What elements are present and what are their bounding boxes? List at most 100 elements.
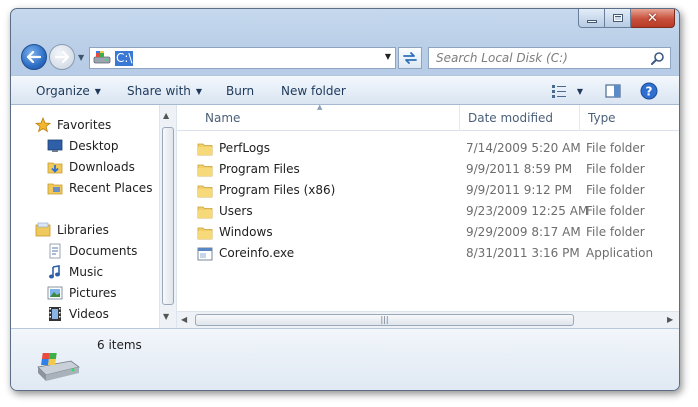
change-view-button[interactable]: ▼ xyxy=(547,81,587,101)
scrollbar-thumb[interactable] xyxy=(162,127,174,305)
file-name-cell: PerfLogs xyxy=(197,138,270,159)
sidebar-item-label: Pictures xyxy=(69,286,117,300)
file-name: PerfLogs xyxy=(219,141,271,155)
type-cell: Application xyxy=(586,246,654,260)
new-folder-button[interactable]: New folder xyxy=(281,84,346,98)
share-with-menu[interactable]: Share with ▼ xyxy=(127,84,202,98)
folder-icon xyxy=(197,164,213,176)
help-icon: ? xyxy=(640,82,658,100)
column-header-name[interactable]: Name xyxy=(197,105,459,131)
burn-label: Burn xyxy=(226,84,255,98)
date-modified-cell: 9/9/2011 9:12 PM xyxy=(466,183,573,197)
new-folder-label: New folder xyxy=(281,84,346,98)
scroll-up-icon[interactable]: ▲ xyxy=(163,111,169,120)
libraries-icon xyxy=(35,222,51,238)
file-list-horizontal-scrollbar[interactable]: ◀ ||| ▶ xyxy=(177,311,679,328)
caption-buttons: ✕ xyxy=(578,9,675,29)
folder-icon xyxy=(197,227,213,239)
recent-places-icon xyxy=(47,180,63,196)
chevron-down-icon: ▼ xyxy=(576,86,584,96)
type-cell: File folder xyxy=(586,225,645,239)
refresh-button[interactable] xyxy=(398,47,422,69)
navigation-pane: Favorites Desktop Downloads Recent Place… xyxy=(11,105,176,328)
sidebar-item-label: Videos xyxy=(69,307,109,321)
scroll-left-icon[interactable]: ◀ xyxy=(181,315,187,324)
column-header-type[interactable]: Type xyxy=(579,105,679,131)
sidebar-item-label: Desktop xyxy=(69,139,119,153)
file-list: ▲ Name Date modified Type PerfLogs 7/14/… xyxy=(177,103,679,328)
drive-icon xyxy=(93,51,111,64)
address-bar[interactable]: C:\ ▼ xyxy=(89,47,396,69)
videos-icon xyxy=(47,306,63,322)
table-row[interactable]: Program Files 9/9/2011 8:59 PM File fold… xyxy=(177,159,679,180)
music-icon xyxy=(47,264,63,280)
search-box[interactable]: Search Local Disk (C:) xyxy=(428,47,671,69)
minimize-icon xyxy=(586,19,597,23)
column-header-row: ▲ Name Date modified Type xyxy=(177,103,679,131)
type-cell: File folder xyxy=(586,162,645,176)
folder-icon xyxy=(197,143,213,155)
close-button[interactable]: ✕ xyxy=(631,9,675,28)
burn-button[interactable]: Burn xyxy=(226,84,254,98)
close-icon: ✕ xyxy=(647,10,658,26)
address-text: C:\ xyxy=(115,50,134,66)
explorer-body: Favorites Desktop Downloads Recent Place… xyxy=(11,103,679,328)
help-button[interactable]: ? xyxy=(637,81,661,101)
maximize-button[interactable] xyxy=(605,9,631,28)
sidebar-item-label: Libraries xyxy=(57,223,109,237)
refresh-icon xyxy=(403,52,417,64)
minimize-button[interactable] xyxy=(578,9,605,28)
table-row[interactable]: Program Files (x86) 9/9/2011 9:12 PM Fil… xyxy=(177,180,679,201)
folder-icon xyxy=(197,185,213,197)
type-cell: File folder xyxy=(586,183,645,197)
exe-icon xyxy=(197,247,213,260)
column-header-label: Type xyxy=(588,111,616,125)
navigation-pane-scrollbar[interactable]: ▲ ▼ xyxy=(159,105,176,328)
organize-label: Organize xyxy=(36,84,90,98)
navigation-bar: ▼ C:\ ▼ Search Local Disk (C:) xyxy=(11,37,679,75)
sidebar-item-label: Favorites xyxy=(57,118,112,132)
column-header-date-modified[interactable]: Date modified xyxy=(459,105,579,131)
file-name-cell: Program Files (x86) xyxy=(197,180,335,201)
back-arrow-icon xyxy=(27,51,41,63)
column-header-label: Date modified xyxy=(468,111,554,125)
scroll-down-icon[interactable]: ▼ xyxy=(163,312,169,321)
table-row[interactable]: Coreinfo.exe 8/31/2011 3:16 PM Applicati… xyxy=(177,243,679,264)
date-modified-cell: 9/23/2009 12:25 AM xyxy=(466,204,589,218)
svg-text:?: ? xyxy=(646,85,653,99)
back-button[interactable] xyxy=(21,44,47,70)
file-name-cell: Users xyxy=(197,201,253,222)
address-dropdown-icon[interactable]: ▼ xyxy=(385,52,391,61)
table-row[interactable]: PerfLogs 7/14/2009 5:20 AM File folder xyxy=(177,138,679,159)
recent-pages-dropdown[interactable]: ▼ xyxy=(78,53,84,62)
file-name: Windows xyxy=(219,225,273,239)
item-count: 6 items xyxy=(97,338,142,352)
downloads-icon xyxy=(47,159,63,175)
column-header-label: Name xyxy=(205,111,241,125)
command-bar: Organize ▼ Share with ▼ Burn New folder ▼ xyxy=(11,75,679,105)
preview-pane-button[interactable] xyxy=(601,81,625,101)
file-name-cell: Windows xyxy=(197,222,273,243)
type-cell: File folder xyxy=(586,204,645,218)
table-row[interactable]: Windows 9/29/2009 8:17 AM File folder xyxy=(177,222,679,243)
sidebar-item-label: Documents xyxy=(69,244,138,258)
sidebar-item-label: Recent Places xyxy=(69,181,153,195)
organize-menu[interactable]: Organize ▼ xyxy=(36,84,101,98)
star-icon xyxy=(35,117,51,133)
drive-icon xyxy=(37,353,80,381)
pictures-icon xyxy=(47,285,63,301)
forward-arrow-icon xyxy=(55,51,69,63)
sidebar-item-label: Music xyxy=(69,265,104,279)
type-cell: File folder xyxy=(586,141,645,155)
details-pane: 6 items xyxy=(11,328,679,390)
documents-icon xyxy=(47,243,63,259)
file-name: Program Files xyxy=(219,162,300,176)
search-icon[interactable] xyxy=(651,51,665,65)
scrollbar-thumb[interactable]: ||| xyxy=(195,314,574,326)
date-modified-cell: 7/14/2009 5:20 AM xyxy=(466,141,581,155)
maximize-icon xyxy=(612,14,623,22)
chevron-down-icon: ▼ xyxy=(195,87,203,96)
table-row[interactable]: Users 9/23/2009 12:25 AM File folder xyxy=(177,201,679,222)
forward-button[interactable] xyxy=(49,44,75,70)
scroll-right-icon[interactable]: ▶ xyxy=(667,315,673,324)
